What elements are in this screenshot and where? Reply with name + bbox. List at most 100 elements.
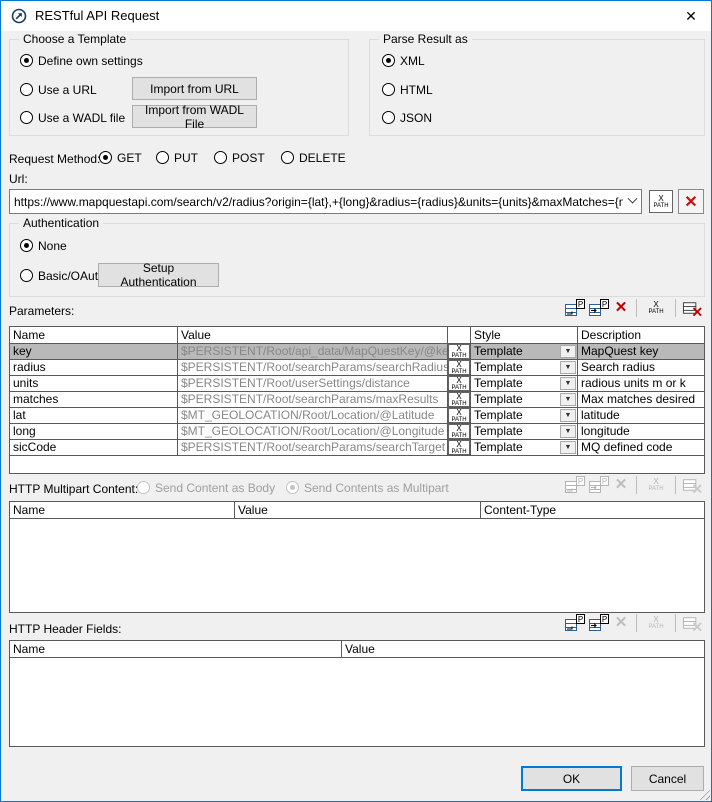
import-from-wadl-button[interactable]: Import from WADL File: [132, 105, 257, 128]
radio-dot: [20, 83, 33, 96]
style-dropdown-icon[interactable]: ▼: [560, 409, 576, 422]
radio-use-a-wadl-file[interactable]: Use a WADL file: [20, 110, 125, 125]
row-xpath-button[interactable]: XPATH: [448, 376, 470, 391]
url-xpath-button[interactable]: X PATH: [649, 190, 673, 213]
url-combobox[interactable]: https://www.mapquestapi.com/search/v2/ra…: [9, 189, 642, 214]
insert-row-icon[interactable]: P: [588, 613, 609, 633]
parameter-row-lat[interactable]: lat $MT_GEOLOCATION/Root/Location/@Latit…: [10, 408, 704, 424]
radio-auth-none[interactable]: None: [20, 238, 67, 253]
request-method-label: Request Method:: [9, 152, 100, 166]
row-xpath-button[interactable]: XPATH: [448, 392, 470, 407]
xpath-icon[interactable]: X PATH: [643, 298, 669, 318]
column-header-name[interactable]: Name: [10, 641, 342, 657]
parameter-row-units[interactable]: units $PERSISTENT/Root/userSettings/dist…: [10, 376, 704, 392]
column-header-value[interactable]: Value: [342, 641, 704, 657]
column-header-value[interactable]: Value: [178, 327, 448, 343]
style-dropdown-icon[interactable]: ▼: [560, 361, 576, 374]
column-header-name[interactable]: Name: [10, 327, 178, 343]
parameter-row-matches[interactable]: matches $PERSISTENT/Root/searchParams/ma…: [10, 392, 704, 408]
radio-dot: [382, 111, 395, 124]
style-value: Template: [474, 440, 523, 455]
parse-result-group: Parse Result as XML HTML JSON: [369, 39, 705, 136]
append-row-icon: P: [564, 475, 585, 495]
import-from-url-button[interactable]: Import from URL: [132, 77, 257, 100]
style-dropdown-icon[interactable]: ▼: [560, 441, 576, 454]
radio-dot: [382, 54, 395, 67]
row-xpath-button[interactable]: XPATH: [448, 408, 470, 423]
header-fields-table: Name Value: [9, 640, 705, 747]
url-value[interactable]: https://www.mapquestapi.com/search/v2/ra…: [10, 195, 623, 209]
parameter-row-sicCode[interactable]: sicCode $PERSISTENT/Root/searchParams/se…: [10, 440, 704, 456]
xpath-icon: X PATH: [643, 613, 669, 633]
column-header-description[interactable]: Description: [578, 327, 704, 343]
toolbar-separator: [636, 299, 637, 317]
delete-row-icon[interactable]: ✕: [612, 298, 630, 318]
row-xpath-button[interactable]: XPATH: [448, 344, 470, 359]
radio-post[interactable]: POST: [214, 150, 265, 165]
column-header-value[interactable]: Value: [235, 502, 481, 518]
parameters-toolbar: P P ✕ X PATH: [564, 297, 703, 319]
insert-row-icon: P: [588, 475, 609, 495]
parameter-row-long[interactable]: long $MT_GEOLOCATION/Root/Location/@Long…: [10, 424, 704, 440]
column-header-xpath[interactable]: [448, 327, 471, 343]
radio-dot: [214, 151, 227, 164]
row-xpath-button[interactable]: XPATH: [448, 360, 470, 375]
setup-authentication-button[interactable]: Setup Authentication: [98, 263, 219, 287]
svg-text:P: P: [578, 300, 583, 309]
radio-delete[interactable]: DELETE: [281, 150, 346, 165]
row-xpath-button[interactable]: XPATH: [448, 424, 470, 439]
column-header-name[interactable]: Name: [10, 502, 235, 518]
svg-text:P: P: [602, 477, 607, 486]
authentication-label: Authentication: [19, 216, 103, 230]
delete-row-icon: ✕: [612, 613, 630, 633]
delete-all-rows-icon: [682, 613, 703, 633]
header-fields-toolbar: P P ✕ X PATH: [564, 612, 703, 634]
radio-define-own-settings[interactable]: Define own settings: [20, 53, 143, 68]
radio-json[interactable]: JSON: [382, 110, 432, 125]
radio-dot: [156, 151, 169, 164]
toolbar-separator: [636, 476, 637, 494]
style-value: Template: [474, 408, 523, 423]
toolbar-separator: [675, 476, 676, 494]
svg-text:P: P: [578, 477, 583, 486]
ok-button[interactable]: OK: [521, 766, 622, 791]
radio-put[interactable]: PUT: [156, 150, 198, 165]
radio-dot: [20, 111, 33, 124]
header-fields-table-header: Name Value: [10, 641, 704, 658]
style-value: Template: [474, 424, 523, 439]
style-value: Template: [474, 344, 523, 359]
style-dropdown-icon[interactable]: ▼: [560, 425, 576, 438]
radio-html[interactable]: HTML: [382, 82, 433, 97]
radio-dot: [20, 54, 33, 67]
radio-get[interactable]: GET: [99, 150, 142, 165]
svg-text:P: P: [578, 615, 583, 624]
cancel-button[interactable]: Cancel: [631, 766, 704, 791]
restful-api-request-dialog: RESTful API Request ✕ Choose a Template …: [0, 0, 712, 802]
delete-all-rows-icon: [682, 475, 703, 495]
delete-all-rows-icon[interactable]: [682, 298, 703, 318]
chevron-down-icon[interactable]: [623, 190, 641, 213]
url-label: Url:: [9, 172, 28, 186]
dialog-title: RESTful API Request: [35, 1, 159, 31]
style-dropdown-icon[interactable]: ▼: [560, 345, 576, 358]
toolbar-separator: [636, 614, 637, 632]
insert-row-icon[interactable]: P: [588, 298, 609, 318]
style-dropdown-icon[interactable]: ▼: [560, 377, 576, 390]
parameter-row-key[interactable]: key $PERSISTENT/Root/api_data/MapQuestKe…: [10, 344, 704, 360]
url-clear-button[interactable]: ✕: [678, 189, 704, 214]
column-header-content-type[interactable]: Content-Type: [481, 502, 704, 518]
radio-use-a-url[interactable]: Use a URL: [20, 82, 97, 97]
radio-auth-basic-oauth[interactable]: Basic/OAuth: [20, 268, 105, 283]
restful-request-icon: [11, 8, 27, 24]
append-row-icon[interactable]: P: [564, 298, 585, 318]
parameter-row-radius[interactable]: radius $PERSISTENT/Root/searchParams/sea…: [10, 360, 704, 376]
radio-xml[interactable]: XML: [382, 53, 425, 68]
style-dropdown-icon[interactable]: ▼: [560, 393, 576, 406]
close-icon[interactable]: ✕: [671, 1, 711, 31]
column-header-style[interactable]: Style: [471, 327, 578, 343]
row-xpath-button[interactable]: XPATH: [448, 440, 470, 455]
header-fields-label: HTTP Header Fields:: [9, 622, 121, 636]
radio-send-content-as-body: Send Content as Body: [137, 480, 275, 495]
svg-text:P: P: [602, 300, 607, 309]
append-row-icon[interactable]: P: [564, 613, 585, 633]
